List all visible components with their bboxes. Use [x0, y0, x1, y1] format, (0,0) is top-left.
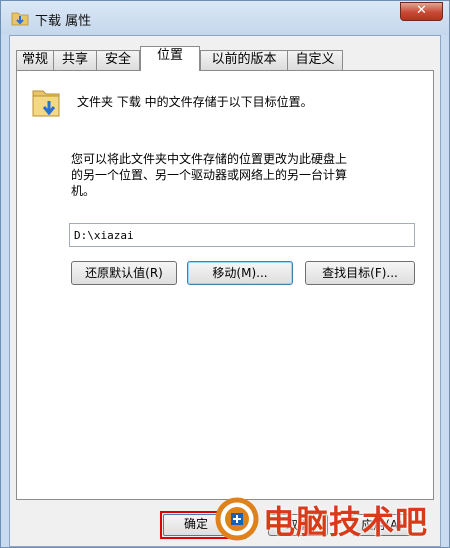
close-icon: ✕ [416, 3, 427, 18]
close-button[interactable]: ✕ [400, 2, 443, 21]
watermark: 电脑技术吧 [213, 491, 449, 547]
brand-logo-icon [215, 497, 259, 541]
tab-location[interactable]: 位置 [140, 46, 200, 71]
watermark-text: 电脑技术吧 [263, 503, 429, 541]
title-bar[interactable]: 下载 属性 ✕ [1, 1, 449, 35]
folder-download-icon [32, 90, 60, 117]
properties-window: 下载 属性 ✕ 常规 共享 安全 位置 以前的版本 自定义 文件夹 下载 中的文… [0, 0, 450, 548]
path-input[interactable] [69, 223, 415, 247]
tab-previous-versions[interactable]: 以前的版本 [200, 50, 288, 70]
tab-security[interactable]: 安全 [96, 50, 140, 70]
folder-download-icon [11, 12, 29, 26]
location-explanation: 您可以将此文件夹中文件存储的位置更改为此硬盘上 的另一个位置、另一个驱动器或网络… [71, 152, 348, 198]
restore-default-button[interactable]: 还原默认值(R) [71, 261, 177, 285]
tab-general[interactable]: 常规 [16, 50, 54, 70]
tab-sharing[interactable]: 共享 [53, 50, 97, 70]
tab-customize[interactable]: 自定义 [287, 50, 343, 70]
location-panel: 文件夹 下载 中的文件存储于以下目标位置。 您可以将此文件夹中文件存储的位置更改… [16, 70, 434, 500]
window-title: 下载 属性 [35, 14, 92, 29]
location-description: 文件夹 下载 中的文件存储于以下目标位置。 [77, 95, 313, 109]
dialog-client-area: 常规 共享 安全 位置 以前的版本 自定义 文件夹 下载 中的文件存储于以下目标… [9, 35, 441, 547]
move-button[interactable]: 移动(M)... [187, 261, 293, 285]
find-target-button[interactable]: 查找目标(F)... [305, 261, 415, 285]
